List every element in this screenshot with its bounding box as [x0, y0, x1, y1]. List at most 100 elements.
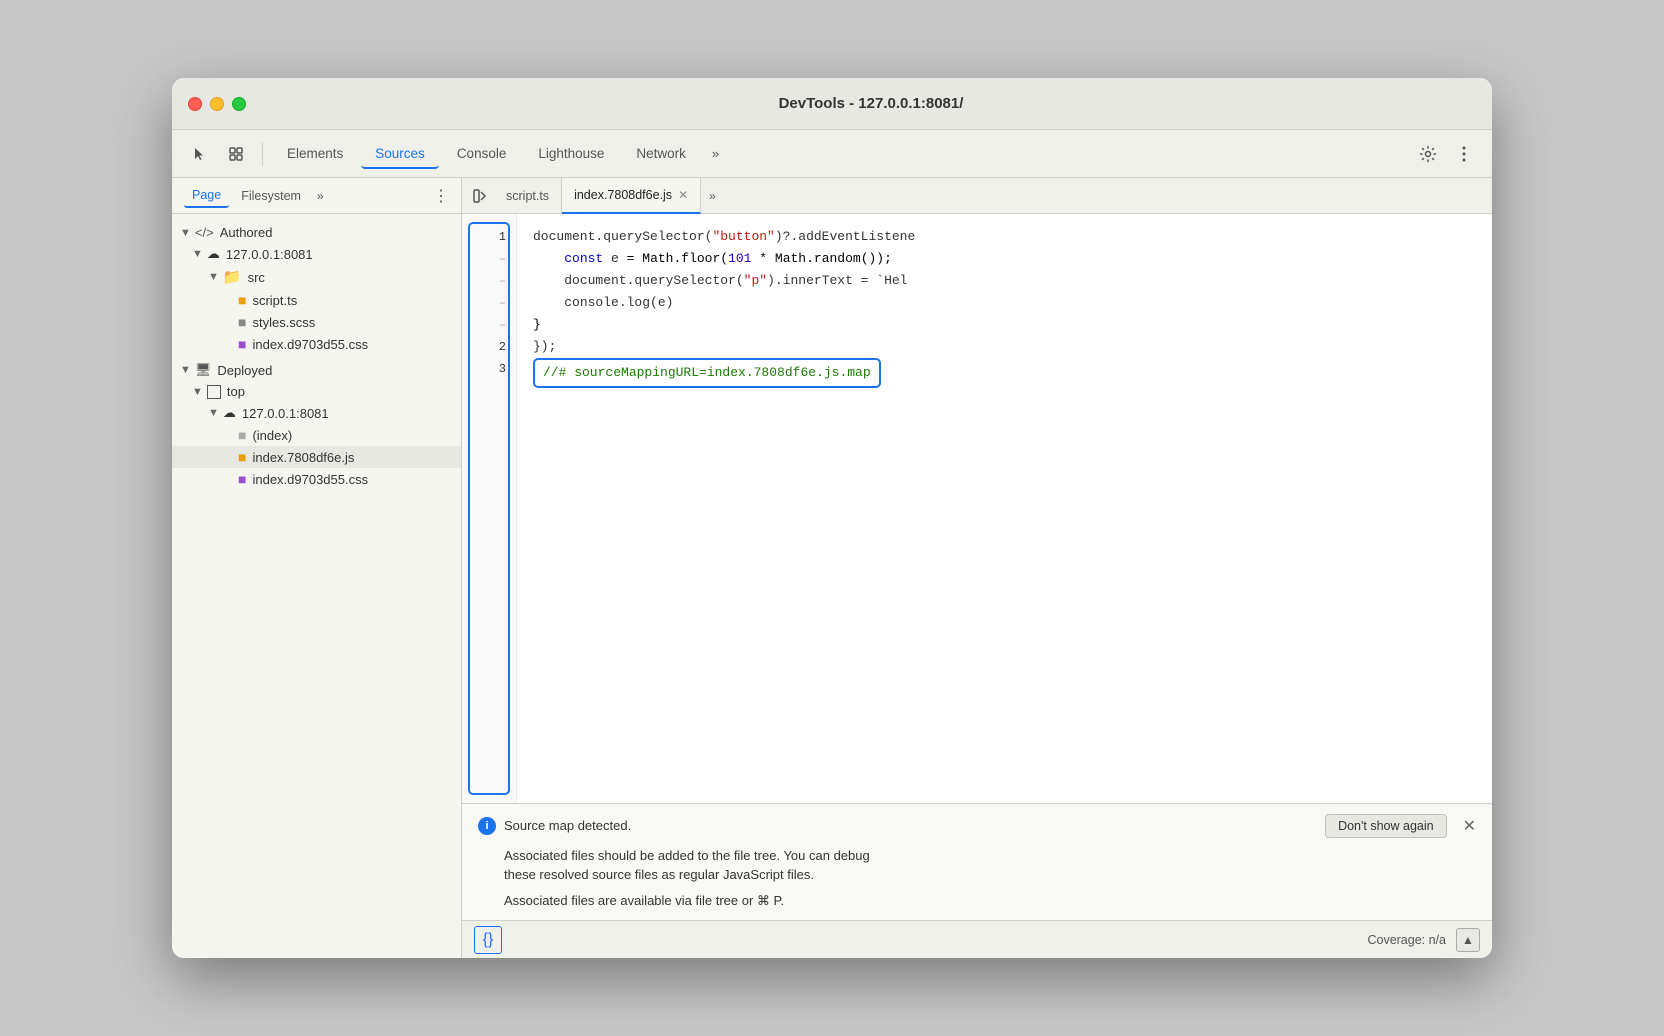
notification-line2-text: these resolved source files as regular J…	[504, 867, 814, 882]
left-panel: Page Filesystem » ⋮ ▼ </> Authored ▼ ☁ 1…	[172, 178, 462, 958]
cursor-icon[interactable]	[184, 138, 216, 170]
notification-title: Source map detected.	[504, 818, 1317, 833]
scroll-up-button[interactable]: ▲	[1456, 928, 1480, 952]
bottom-bar: {} Coverage: n/a ▲	[462, 920, 1492, 958]
styles-scss-label: styles.scss	[252, 315, 315, 330]
top-icon	[207, 385, 221, 399]
tab-console[interactable]: Console	[443, 140, 521, 167]
file-tree: ▼ </> Authored ▼ ☁ 127.0.0.1:8081 ▼ 📁 sr…	[172, 214, 461, 958]
script-ts-label: script.ts	[252, 293, 297, 308]
format-icon[interactable]: {}	[474, 926, 502, 954]
dont-show-again-button[interactable]: Don't show again	[1325, 814, 1447, 838]
settings-icon[interactable]	[1412, 138, 1444, 170]
notification-line1-text: Associated files should be added to the …	[504, 848, 870, 863]
arrow-deployed: ▼	[180, 364, 191, 376]
arrow-127-deployed: ▼	[208, 407, 219, 419]
devtools-window: DevTools - 127.0.0.1:8081/ Elements Sour…	[172, 78, 1492, 958]
main-content: Page Filesystem » ⋮ ▼ </> Authored ▼ ☁ 1…	[172, 178, 1492, 958]
toolbar-more-button[interactable]: »	[704, 142, 727, 165]
minimize-button[interactable]	[210, 97, 224, 111]
code-line-5: }	[533, 314, 1476, 336]
index-css-deployed-label: index.d9703d55.css	[252, 472, 368, 487]
index-js-icon: ■	[238, 449, 246, 465]
arrow-src: ▼	[208, 271, 219, 283]
code-line-4: console.log(e)	[533, 292, 1476, 314]
tab-filesystem[interactable]: Filesystem	[233, 185, 309, 207]
toolbar-divider	[262, 142, 263, 166]
panel-tabs: Page Filesystem » ⋮	[172, 178, 461, 214]
tab-sources[interactable]: Sources	[361, 140, 439, 169]
tab-elements[interactable]: Elements	[273, 140, 357, 167]
notification-bar: i Source map detected. Don't show again …	[462, 803, 1492, 921]
panel-more-button[interactable]: »	[317, 189, 324, 203]
tree-top[interactable]: ▼ top	[172, 381, 461, 402]
notification-body-line3: Associated files are available via file …	[504, 891, 1476, 911]
script-ts-icon: ■	[238, 292, 246, 308]
editor-more-button[interactable]: »	[701, 185, 724, 207]
tab-script-ts[interactable]: script.ts	[494, 178, 562, 214]
styles-scss-icon: ■	[238, 314, 246, 330]
index-page-icon: ■	[238, 427, 246, 443]
notification-body-line1: Associated files should be added to the …	[504, 846, 1476, 885]
code-line-6: });	[533, 336, 1476, 358]
code-lines: document.querySelector("button")?.addEve…	[517, 214, 1492, 803]
tab-lighthouse[interactable]: Lighthouse	[524, 140, 618, 167]
line-numbers: 1 – – – – 2 3	[462, 214, 517, 803]
close-notification-button[interactable]: ✕	[1463, 816, 1476, 836]
info-icon: i	[478, 817, 496, 835]
maximize-button[interactable]	[232, 97, 246, 111]
title-bar: DevTools - 127.0.0.1:8081/	[172, 78, 1492, 130]
close-button[interactable]	[188, 97, 202, 111]
code-line-3: document.querySelector("p").innerText = …	[533, 270, 1476, 292]
tree-script-ts[interactable]: ■ script.ts	[172, 289, 461, 311]
source-map-text: //# sourceMappingURL=index.7808df6e.js.m…	[543, 365, 871, 380]
tree-127-deployed[interactable]: ▼ ☁ 127.0.0.1:8081	[172, 402, 461, 424]
127-authored-label: 127.0.0.1:8081	[226, 247, 313, 262]
tab-network[interactable]: Network	[622, 140, 700, 167]
code-content: 1 – – – – 2 3 document.querySelector("bu…	[462, 214, 1492, 803]
index-js-tab-label: index.7808df6e.js	[574, 188, 672, 202]
notification-header: i Source map detected. Don't show again …	[478, 814, 1476, 838]
authored-icon: </>	[195, 225, 214, 240]
tree-index-js[interactable]: ■ index.7808df6e.js	[172, 446, 461, 468]
authored-label: Authored	[220, 225, 273, 240]
right-panel: script.ts index.7808df6e.js ✕ » 1 – –	[462, 178, 1492, 958]
tree-styles-scss[interactable]: ■ styles.scss	[172, 311, 461, 333]
tab-index-js[interactable]: index.7808df6e.js ✕	[562, 178, 701, 214]
tree-src[interactable]: ▼ 📁 src	[172, 265, 461, 289]
tree-authored[interactable]: ▼ </> Authored	[172, 222, 461, 243]
tree-index-css-authored[interactable]: ■ index.d9703d55.css	[172, 333, 461, 355]
tree-index-css-deployed[interactable]: ■ index.d9703d55.css	[172, 468, 461, 490]
arrow-authored: ▼	[180, 227, 191, 239]
more-options-icon[interactable]	[1448, 138, 1480, 170]
tree-127-authored[interactable]: ▼ ☁ 127.0.0.1:8081	[172, 243, 461, 265]
index-page-label: (index)	[252, 428, 292, 443]
tree-deployed[interactable]: ▼ 🖥 Deployed	[172, 359, 461, 381]
inspect-icon[interactable]	[220, 138, 252, 170]
deployed-label: Deployed	[217, 363, 272, 378]
index-css-deployed-icon: ■	[238, 471, 246, 487]
panel-menu-button[interactable]: ⋮	[433, 186, 449, 206]
127-deployed-label: 127.0.0.1:8081	[242, 406, 329, 421]
index-css-authored-icon: ■	[238, 336, 246, 352]
arrow-127-authored: ▼	[192, 248, 203, 260]
code-line-2: const e = Math.floor(101 * Math.random()…	[533, 248, 1476, 270]
close-tab-button[interactable]: ✕	[678, 188, 688, 202]
cloud-icon-deployed: ☁	[223, 405, 236, 421]
index-css-authored-label: index.d9703d55.css	[252, 337, 368, 352]
arrow-top: ▼	[192, 386, 203, 398]
index-js-label: index.7808df6e.js	[252, 450, 354, 465]
script-ts-tab-label: script.ts	[506, 189, 549, 203]
editor-back-button[interactable]	[466, 182, 494, 210]
coverage-label: Coverage: n/a	[1367, 933, 1446, 947]
notification-body: Associated files should be added to the …	[478, 846, 1476, 911]
tree-index-page[interactable]: ■ (index)	[172, 424, 461, 446]
line-number-highlight	[468, 222, 510, 795]
code-line-1: document.querySelector("button")?.addEve…	[533, 226, 1476, 248]
cloud-icon-authored: ☁	[207, 246, 220, 262]
source-map-highlight: //# sourceMappingURL=index.7808df6e.js.m…	[533, 358, 881, 388]
tab-page[interactable]: Page	[184, 184, 229, 208]
src-label: src	[248, 270, 265, 285]
code-line-7: //# sourceMappingURL=index.7808df6e.js.m…	[533, 358, 1476, 388]
folder-src-icon: 📁	[223, 268, 242, 286]
